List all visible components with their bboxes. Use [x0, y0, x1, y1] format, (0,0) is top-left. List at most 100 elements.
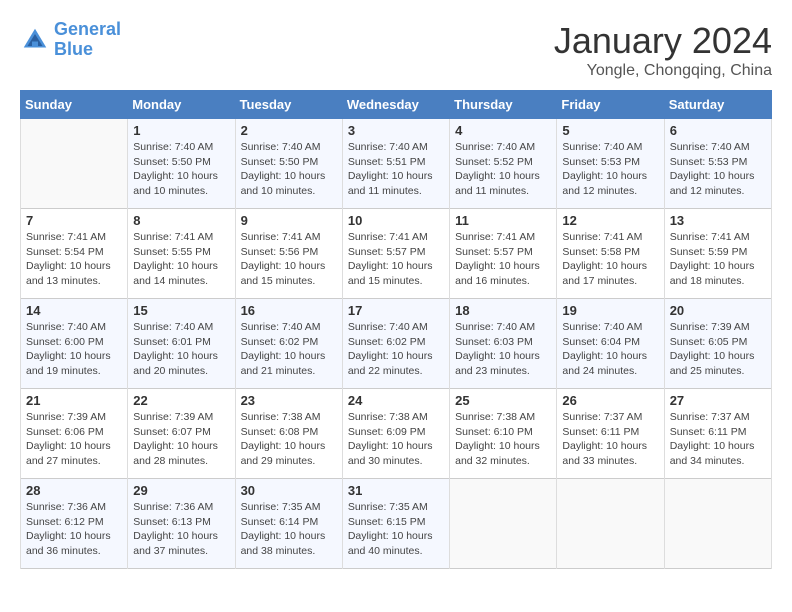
day-info: Sunrise: 7:40 AMSunset: 5:50 PMDaylight:… — [241, 140, 337, 199]
day-number: 10 — [348, 213, 444, 228]
day-info: Sunrise: 7:41 AMSunset: 5:55 PMDaylight:… — [133, 230, 229, 289]
day-info: Sunrise: 7:38 AMSunset: 6:09 PMDaylight:… — [348, 410, 444, 469]
day-number: 3 — [348, 123, 444, 138]
calendar-cell: 12 Sunrise: 7:41 AMSunset: 5:58 PMDayligh… — [557, 209, 664, 299]
day-number: 13 — [670, 213, 766, 228]
calendar-cell: 10 Sunrise: 7:41 AMSunset: 5:57 PMDayligh… — [342, 209, 449, 299]
day-info: Sunrise: 7:40 AMSunset: 5:51 PMDaylight:… — [348, 140, 444, 199]
calendar-cell: 9 Sunrise: 7:41 AMSunset: 5:56 PMDaylight… — [235, 209, 342, 299]
day-info: Sunrise: 7:41 AMSunset: 5:54 PMDaylight:… — [26, 230, 122, 289]
day-info: Sunrise: 7:39 AMSunset: 6:07 PMDaylight:… — [133, 410, 229, 469]
day-info: Sunrise: 7:35 AMSunset: 6:14 PMDaylight:… — [241, 500, 337, 559]
day-number: 2 — [241, 123, 337, 138]
calendar-cell: 20 Sunrise: 7:39 AMSunset: 6:05 PMDayligh… — [664, 299, 771, 389]
day-info: Sunrise: 7:40 AMSunset: 5:50 PMDaylight:… — [133, 140, 229, 199]
calendar-cell: 28Sunrise: 7:36 AMSunset: 6:12 PMDayligh… — [21, 479, 128, 569]
day-number: 12 — [562, 213, 658, 228]
calendar-cell: 29 Sunrise: 7:36 AMSunset: 6:13 PMDayligh… — [128, 479, 235, 569]
day-number: 16 — [241, 303, 337, 318]
day-info: Sunrise: 7:40 AMSunset: 5:52 PMDaylight:… — [455, 140, 551, 199]
day-info: Sunrise: 7:39 AMSunset: 6:05 PMDaylight:… — [670, 320, 766, 379]
day-info: Sunrise: 7:40 AMSunset: 6:02 PMDaylight:… — [241, 320, 337, 379]
day-info: Sunrise: 7:40 AMSunset: 6:03 PMDaylight:… — [455, 320, 551, 379]
calendar-cell: 13Sunrise: 7:41 AMSunset: 5:59 PMDayligh… — [664, 209, 771, 299]
calendar-cell: 23Sunrise: 7:38 AMSunset: 6:08 PMDayligh… — [235, 389, 342, 479]
day-info: Sunrise: 7:41 AMSunset: 5:56 PMDaylight:… — [241, 230, 337, 289]
day-info: Sunrise: 7:37 AMSunset: 6:11 PMDaylight:… — [562, 410, 658, 469]
day-info: Sunrise: 7:41 AMSunset: 5:57 PMDaylight:… — [455, 230, 551, 289]
calendar-cell: 16 Sunrise: 7:40 AMSunset: 6:02 PMDayligh… — [235, 299, 342, 389]
day-number: 5 — [562, 123, 658, 138]
calendar-week-row: 14Sunrise: 7:40 AMSunset: 6:00 PMDayligh… — [21, 299, 772, 389]
calendar-cell: 7 Sunrise: 7:41 AMSunset: 5:54 PMDaylight… — [21, 209, 128, 299]
calendar-cell: 22 Sunrise: 7:39 AMSunset: 6:07 PMDayligh… — [128, 389, 235, 479]
day-number: 25 — [455, 393, 551, 408]
day-number: 24 — [348, 393, 444, 408]
calendar-cell — [557, 479, 664, 569]
day-number: 9 — [241, 213, 337, 228]
calendar-cell: 27 Sunrise: 7:37 AMSunset: 6:11 PMDayligh… — [664, 389, 771, 479]
calendar-cell: 17Sunrise: 7:40 AMSunset: 6:02 PMDayligh… — [342, 299, 449, 389]
page-header: General Blue January 2024 Yongle, Chongq… — [20, 20, 772, 80]
day-number: 21 — [26, 393, 122, 408]
calendar-cell: 24 Sunrise: 7:38 AMSunset: 6:09 PMDayligh… — [342, 389, 449, 479]
calendar-cell: 2 Sunrise: 7:40 AMSunset: 5:50 PMDaylight… — [235, 119, 342, 209]
day-info: Sunrise: 7:40 AMSunset: 6:04 PMDaylight:… — [562, 320, 658, 379]
day-info: Sunrise: 7:36 AMSunset: 6:13 PMDaylight:… — [133, 500, 229, 559]
logo-icon — [20, 25, 50, 55]
calendar-cell: 4Sunrise: 7:40 AMSunset: 5:52 PMDaylight… — [450, 119, 557, 209]
day-number: 8 — [133, 213, 229, 228]
calendar-header-row: SundayMondayTuesdayWednesdayThursdayFrid… — [21, 91, 772, 119]
calendar-cell — [21, 119, 128, 209]
day-info: Sunrise: 7:40 AMSunset: 6:00 PMDaylight:… — [26, 320, 122, 379]
calendar-week-row: 7 Sunrise: 7:41 AMSunset: 5:54 PMDaylight… — [21, 209, 772, 299]
calendar-cell — [664, 479, 771, 569]
calendar-cell: 14Sunrise: 7:40 AMSunset: 6:00 PMDayligh… — [21, 299, 128, 389]
calendar-cell: 19Sunrise: 7:40 AMSunset: 6:04 PMDayligh… — [557, 299, 664, 389]
calendar-table: SundayMondayTuesdayWednesdayThursdayFrid… — [20, 90, 772, 569]
logo-line1: General — [54, 19, 121, 39]
day-number: 17 — [348, 303, 444, 318]
calendar-cell: 5Sunrise: 7:40 AMSunset: 5:53 PMDaylight… — [557, 119, 664, 209]
day-info: Sunrise: 7:40 AMSunset: 5:53 PMDaylight:… — [670, 140, 766, 199]
title-block: January 2024 Yongle, Chongqing, China — [554, 20, 772, 80]
calendar-cell — [450, 479, 557, 569]
day-number: 29 — [133, 483, 229, 498]
day-number: 23 — [241, 393, 337, 408]
day-number: 27 — [670, 393, 766, 408]
header-day-sunday: Sunday — [21, 91, 128, 119]
day-number: 28 — [26, 483, 122, 498]
day-number: 18 — [455, 303, 551, 318]
calendar-cell: 26 Sunrise: 7:37 AMSunset: 6:11 PMDayligh… — [557, 389, 664, 479]
day-info: Sunrise: 7:38 AMSunset: 6:10 PMDaylight:… — [455, 410, 551, 469]
calendar-cell: 1 Sunrise: 7:40 AMSunset: 5:50 PMDaylight… — [128, 119, 235, 209]
calendar-week-row: 1 Sunrise: 7:40 AMSunset: 5:50 PMDaylight… — [21, 119, 772, 209]
day-number: 26 — [562, 393, 658, 408]
header-day-monday: Monday — [128, 91, 235, 119]
calendar-cell: 6Sunrise: 7:40 AMSunset: 5:53 PMDaylight… — [664, 119, 771, 209]
day-number: 7 — [26, 213, 122, 228]
day-number: 11 — [455, 213, 551, 228]
day-info: Sunrise: 7:37 AMSunset: 6:11 PMDaylight:… — [670, 410, 766, 469]
header-day-friday: Friday — [557, 91, 664, 119]
logo-text: General Blue — [54, 20, 121, 60]
logo: General Blue — [20, 20, 121, 60]
calendar-week-row: 28Sunrise: 7:36 AMSunset: 6:12 PMDayligh… — [21, 479, 772, 569]
day-info: Sunrise: 7:40 AMSunset: 6:01 PMDaylight:… — [133, 320, 229, 379]
day-number: 22 — [133, 393, 229, 408]
calendar-cell: 15Sunrise: 7:40 AMSunset: 6:01 PMDayligh… — [128, 299, 235, 389]
header-day-thursday: Thursday — [450, 91, 557, 119]
day-number: 31 — [348, 483, 444, 498]
day-number: 1 — [133, 123, 229, 138]
calendar-cell: 21Sunrise: 7:39 AMSunset: 6:06 PMDayligh… — [21, 389, 128, 479]
calendar-cell: 25 Sunrise: 7:38 AMSunset: 6:10 PMDayligh… — [450, 389, 557, 479]
calendar-cell: 3 Sunrise: 7:40 AMSunset: 5:51 PMDaylight… — [342, 119, 449, 209]
day-info: Sunrise: 7:41 AMSunset: 5:58 PMDaylight:… — [562, 230, 658, 289]
calendar-cell: 31 Sunrise: 7:35 AMSunset: 6:15 PMDayligh… — [342, 479, 449, 569]
day-number: 20 — [670, 303, 766, 318]
location: Yongle, Chongqing, China — [554, 62, 772, 80]
calendar-week-row: 21Sunrise: 7:39 AMSunset: 6:06 PMDayligh… — [21, 389, 772, 479]
month-title: January 2024 — [554, 20, 772, 62]
day-info: Sunrise: 7:35 AMSunset: 6:15 PMDaylight:… — [348, 500, 444, 559]
day-info: Sunrise: 7:41 AMSunset: 5:57 PMDaylight:… — [348, 230, 444, 289]
